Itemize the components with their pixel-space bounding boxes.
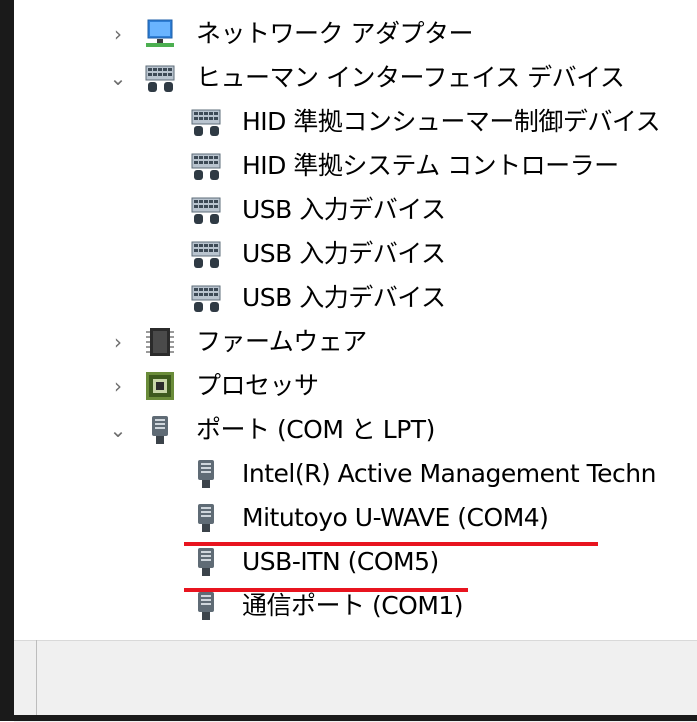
window-frame-left <box>0 0 14 721</box>
tree-item-ports[interactable]: ⌄ ポート (COM と LPT) <box>38 408 697 452</box>
tree-item-label: 通信ポート (COM1) <box>242 591 464 620</box>
tree-item-usb-itn[interactable]: USB-ITN (COM5) <box>38 540 697 584</box>
chevron-down-icon[interactable]: ⌄ <box>108 418 128 442</box>
port-connector-icon <box>198 460 214 488</box>
chevron-right-icon[interactable]: › <box>108 374 128 398</box>
hid-keyboard-icon <box>191 109 221 136</box>
port-connector-icon <box>198 548 214 576</box>
chevron-right-icon[interactable]: › <box>108 22 128 46</box>
tree-item-label: USB 入力デバイス <box>242 195 446 224</box>
highlight-underline <box>184 542 598 546</box>
tree-item-firmware[interactable]: › ファームウェア <box>38 320 697 364</box>
hid-keyboard-icon <box>191 241 221 268</box>
tree-item-label: Intel(R) Active Management Techn <box>242 459 656 488</box>
tree-item-label: ファームウェア <box>196 327 367 356</box>
tree-item-label: ネットワーク アダプター <box>196 19 473 48</box>
firmware-chip-icon <box>146 328 174 356</box>
tree-item-hid-system-controller[interactable]: HID 準拠システム コントローラー <box>38 144 697 188</box>
status-bar-divider <box>36 640 37 715</box>
chevron-down-icon[interactable]: ⌄ <box>108 66 128 90</box>
tree-item-hid-consumer-control[interactable]: HID 準拠コンシューマー制御デバイス <box>38 100 697 144</box>
tree-item-usb-input-device[interactable]: USB 入力デバイス <box>38 188 697 232</box>
tree-item-label: USB 入力デバイス <box>242 283 446 312</box>
port-connector-icon <box>198 504 214 532</box>
tree-item-usb-input-device[interactable]: USB 入力デバイス <box>38 276 697 320</box>
tree-item-processors[interactable]: › プロセッサ <box>38 364 697 408</box>
hid-keyboard-icon <box>191 153 221 180</box>
status-bar <box>14 640 697 722</box>
network-adapter-icon <box>146 19 174 47</box>
hid-keyboard-icon <box>145 65 175 92</box>
tree-item-usb-input-device[interactable]: USB 入力デバイス <box>38 232 697 276</box>
port-connector-icon <box>198 592 214 620</box>
hid-keyboard-icon <box>191 285 221 312</box>
device-tree: › ネットワーク アダプター ⌄ ヒューマン インターフェイス デバイス HID… <box>38 0 697 640</box>
chevron-right-icon[interactable]: › <box>108 330 128 354</box>
hid-keyboard-icon <box>191 197 221 224</box>
tree-item-label: プロセッサ <box>196 371 319 400</box>
tree-item-label: HID 準拠システム コントローラー <box>242 151 619 180</box>
port-connector-icon <box>152 416 168 444</box>
tree-item-label: Mitutoyo U-WAVE (COM4) <box>242 503 549 532</box>
tree-item-label: ポート (COM と LPT) <box>196 415 435 444</box>
tree-item-intel-amt[interactable]: Intel(R) Active Management Techn <box>38 452 697 496</box>
tree-item-label: USB-ITN (COM5) <box>242 547 439 576</box>
tree-item-label: HID 準拠コンシューマー制御デバイス <box>242 107 661 136</box>
tree-item-label: USB 入力デバイス <box>242 239 446 268</box>
tree-item-human-interface-devices[interactable]: ⌄ ヒューマン インターフェイス デバイス <box>38 56 697 100</box>
tree-item-label: ヒューマン インターフェイス デバイス <box>196 63 625 92</box>
processor-icon <box>146 372 174 400</box>
window-frame-bottom <box>14 715 697 721</box>
window-frame-gutter <box>14 0 38 721</box>
highlight-underline <box>184 588 468 592</box>
tree-item-mitutoyo-uwave[interactable]: Mitutoyo U-WAVE (COM4) <box>38 496 697 540</box>
tree-item-network-adapters[interactable]: › ネットワーク アダプター <box>38 12 697 56</box>
